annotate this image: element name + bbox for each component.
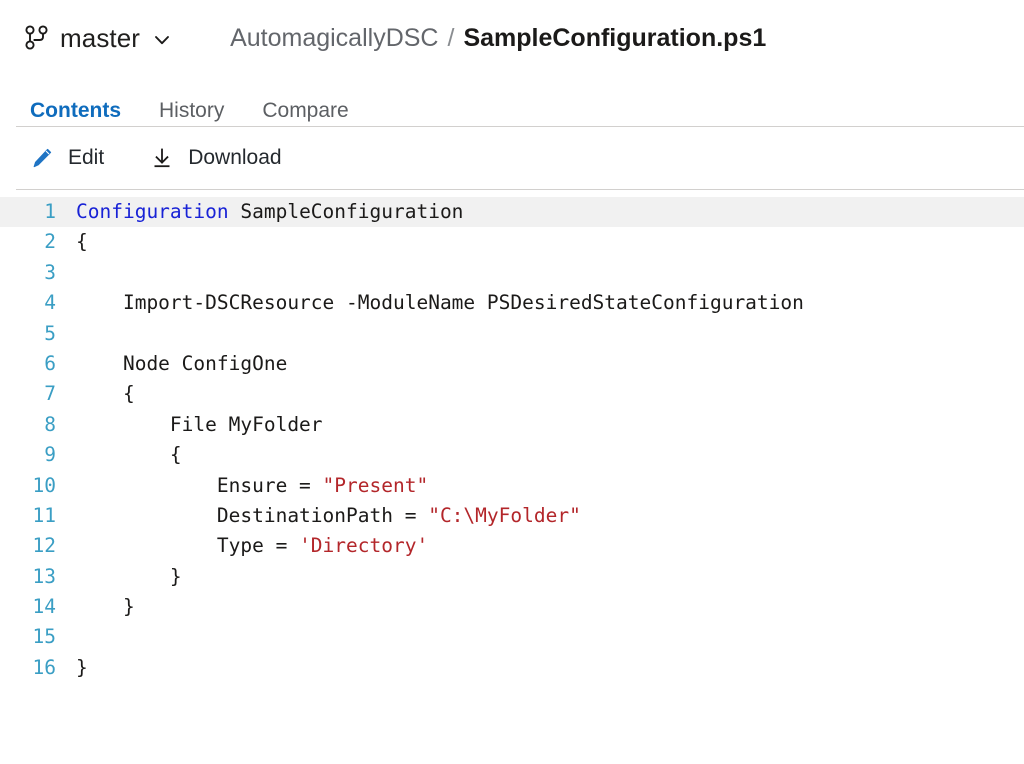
line-number: 2 xyxy=(44,230,56,254)
code-line-text: { xyxy=(76,382,135,406)
tab-compare[interactable]: Compare xyxy=(262,99,348,126)
tab-contents[interactable]: Contents xyxy=(30,99,121,126)
file-header: master AutomagicallyDSC / SampleConfigur… xyxy=(0,0,1024,76)
code-line: 14 } xyxy=(0,592,1024,622)
line-number: 3 xyxy=(44,260,56,284)
code-line: 10 Ensure = "Present" xyxy=(0,471,1024,501)
divider-below-toolbar xyxy=(16,189,1024,190)
code-line-text: { xyxy=(76,443,182,467)
code-line-text: Ensure = "Present" xyxy=(76,473,429,497)
code-line-text: } xyxy=(76,655,88,679)
file-toolbar: Edit Download xyxy=(0,127,1024,189)
code-line-text: Import-DSCResource -ModuleName PSDesired… xyxy=(76,291,804,315)
line-number: 9 xyxy=(44,443,56,467)
code-line-text: File MyFolder xyxy=(76,412,323,436)
line-number: 1 xyxy=(44,200,56,223)
breadcrumb: AutomagicallyDSC / SampleConfiguration.p… xyxy=(230,24,766,53)
code-line: 11 DestinationPath = "C:\MyFolder" xyxy=(0,501,1024,531)
download-button[interactable]: Download xyxy=(150,146,282,170)
tab-bar: Contents History Compare xyxy=(0,76,1024,126)
pencil-icon xyxy=(30,146,54,170)
line-number: 12 xyxy=(32,534,56,558)
line-number: 4 xyxy=(44,291,56,315)
code-line-text: } xyxy=(76,595,135,619)
code-line: 6 Node ConfigOne xyxy=(0,349,1024,379)
code-line: 13 } xyxy=(0,562,1024,592)
code-line: 12 Type = 'Directory' xyxy=(0,531,1024,561)
code-line-text: Node ConfigOne xyxy=(76,351,288,375)
tab-history[interactable]: History xyxy=(159,99,224,126)
breadcrumb-separator: / xyxy=(447,23,455,52)
code-line: 1 Configuration SampleConfiguration xyxy=(0,197,1024,228)
code-line: 7 { xyxy=(0,379,1024,409)
line-number: 14 xyxy=(32,595,56,619)
line-number: 11 xyxy=(32,503,56,527)
code-line: 5 xyxy=(0,319,1024,349)
line-number: 7 xyxy=(44,382,56,406)
code-line: 8 File MyFolder xyxy=(0,410,1024,440)
branch-picker[interactable]: master xyxy=(24,23,172,54)
code-line-text: DestinationPath = "C:\MyFolder" xyxy=(76,503,581,527)
branch-name: master xyxy=(60,22,141,53)
line-number: 6 xyxy=(44,351,56,375)
line-number: 15 xyxy=(32,625,56,649)
chevron-down-icon[interactable] xyxy=(152,30,172,50)
line-number: 10 xyxy=(32,473,56,497)
code-line: 4 Import-DSCResource -ModuleName PSDesir… xyxy=(0,288,1024,318)
line-number: 13 xyxy=(32,564,56,588)
line-number: 16 xyxy=(32,655,56,679)
line-number: 8 xyxy=(44,412,56,436)
code-line-text: Type = 'Directory' xyxy=(76,534,429,558)
download-label: Download xyxy=(188,146,282,169)
code-line: 3 xyxy=(0,258,1024,288)
code-line-text: } xyxy=(76,564,182,588)
code-line: 15 xyxy=(0,622,1024,652)
code-viewer[interactable]: 1 Configuration SampleConfiguration 2{3 4 I… xyxy=(0,197,1024,683)
breadcrumb-file-name: SampleConfiguration.ps1 xyxy=(463,23,767,52)
code-line: 2{ xyxy=(0,227,1024,257)
breadcrumb-repo[interactable]: AutomagicallyDSC xyxy=(230,24,438,53)
code-line: 9 { xyxy=(0,440,1024,470)
code-line-text: Configuration SampleConfiguration xyxy=(76,200,464,223)
code-line-text: { xyxy=(76,230,88,254)
line-number: 5 xyxy=(44,321,56,345)
edit-button[interactable]: Edit xyxy=(30,146,104,170)
download-icon xyxy=(150,146,174,170)
edit-label: Edit xyxy=(68,146,105,169)
git-branch-icon xyxy=(24,23,50,53)
code-line: 16} xyxy=(0,653,1024,683)
